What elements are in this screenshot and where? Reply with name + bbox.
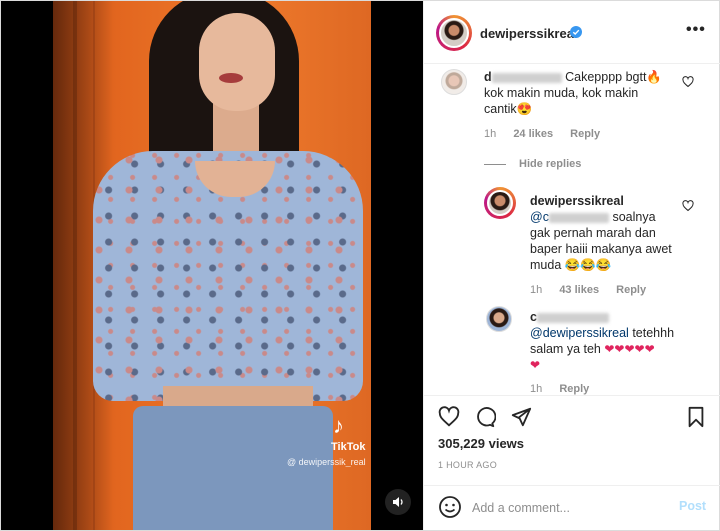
reply-username-prefix: c [530,310,537,324]
hide-replies-button[interactable]: Hide replies [519,158,581,170]
person-jeans [133,406,333,530]
more-horizontal-icon[interactable]: ••• [686,21,706,39]
reply-mention[interactable]: @dewiperssikreal [530,326,629,340]
comment-username[interactable]: d [484,70,562,84]
reply-time: 1h [530,383,543,395]
post-timestamp[interactable]: 1 HOUR AGO [438,460,497,470]
post-button[interactable]: Post [679,499,706,513]
heart-icon[interactable] [682,75,694,93]
comment-line-3: cantik😍 [484,102,533,116]
avatar[interactable] [436,15,472,51]
post-username[interactable]: dewiperssikreal [480,26,578,41]
reply-line-2: gak pernah marah dan [530,226,656,240]
reply-button[interactable]: Reply [570,128,600,140]
verified-badge-icon [570,26,582,38]
comment-username-prefix: d [484,70,492,84]
comment-line-2: kok makin muda, kok makin [484,86,639,100]
post-header: dewiperssikreal ••• [424,1,720,64]
person-lips [219,73,243,83]
views-count[interactable]: 305,229 views [438,436,524,451]
comments-list: d Cakepppp bgtt🔥 kok makin muda, kok mak… [424,65,720,395]
comment-bubble-icon[interactable] [474,406,497,433]
reply-text: c @dewiperssikreal tetehhh salam ya teh … [530,309,700,373]
comment-meta: 1h 24 likes Reply [484,128,614,140]
redacted-username [491,72,562,83]
comment-avatar[interactable] [441,69,467,95]
heart-emoji: ❤ [530,358,541,372]
comment-input[interactable] [472,498,662,518]
hide-replies-line [484,164,506,165]
reply-line-2: salam ya teh [530,342,601,356]
reply-line-1: soalnya [612,210,656,224]
bookmark-icon[interactable] [686,406,706,433]
like-heart-icon[interactable] [438,406,460,433]
reply-mention[interactable]: @c [530,210,609,224]
person-face [199,13,275,111]
reply-line-1: tetehhh [632,326,675,340]
reply-button[interactable]: Reply [559,383,589,395]
comment-text: d Cakepppp bgtt🔥 kok makin muda, kok mak… [484,69,684,117]
add-comment-bar: Post [424,485,720,530]
reply-meta: 1h 43 likes Reply [530,284,660,296]
avatar-image [439,18,469,48]
reply-line-3: baper haiii makanya awet [530,242,672,256]
video-player[interactable]: ♪ TikTok @ dewiperssik_real [1,1,423,530]
tiktok-watermark-user: @ dewiperssik_real [287,457,366,467]
hearts-emoji: ❤❤❤❤❤ [604,342,655,356]
reply-username[interactable]: dewiperssikreal [530,194,624,208]
reply-avatar[interactable] [484,187,516,219]
tiktok-icon: ♪ [333,413,344,438]
reply-username[interactable]: c [530,310,609,324]
comment-line-1: Cakepppp bgtt🔥 [565,70,662,84]
reply-line-4: muda 😂😂😂 [530,258,612,272]
reply-likes[interactable]: 43 likes [559,284,599,296]
post-details-panel: dewiperssikreal ••• d Cakepppp bgtt🔥 kok… [423,1,720,530]
reply-button[interactable]: Reply [616,284,646,296]
heart-icon[interactable] [682,199,694,217]
reply-avatar-image [487,190,513,216]
redacted-username [536,312,609,323]
video-frame[interactable]: ♪ TikTok @ dewiperssik_real [53,1,371,530]
reply-text: dewiperssikreal @c soalnya gak pernah ma… [530,193,690,273]
reply-avatar[interactable] [486,306,512,332]
reply-mention-prefix: @c [530,210,549,224]
speaker-icon[interactable] [385,489,411,515]
tiktok-watermark: TikTok [331,441,366,453]
post-actions: 305,229 views 1 HOUR AGO [424,395,720,495]
emoji-icon[interactable] [438,495,462,524]
reply-time: 1h [530,284,543,296]
reply-meta: 1h Reply [530,383,603,395]
comment-likes[interactable]: 24 likes [513,128,553,140]
share-send-icon[interactable] [510,406,532,433]
redacted-mention [548,212,609,223]
comment-time: 1h [484,128,497,140]
